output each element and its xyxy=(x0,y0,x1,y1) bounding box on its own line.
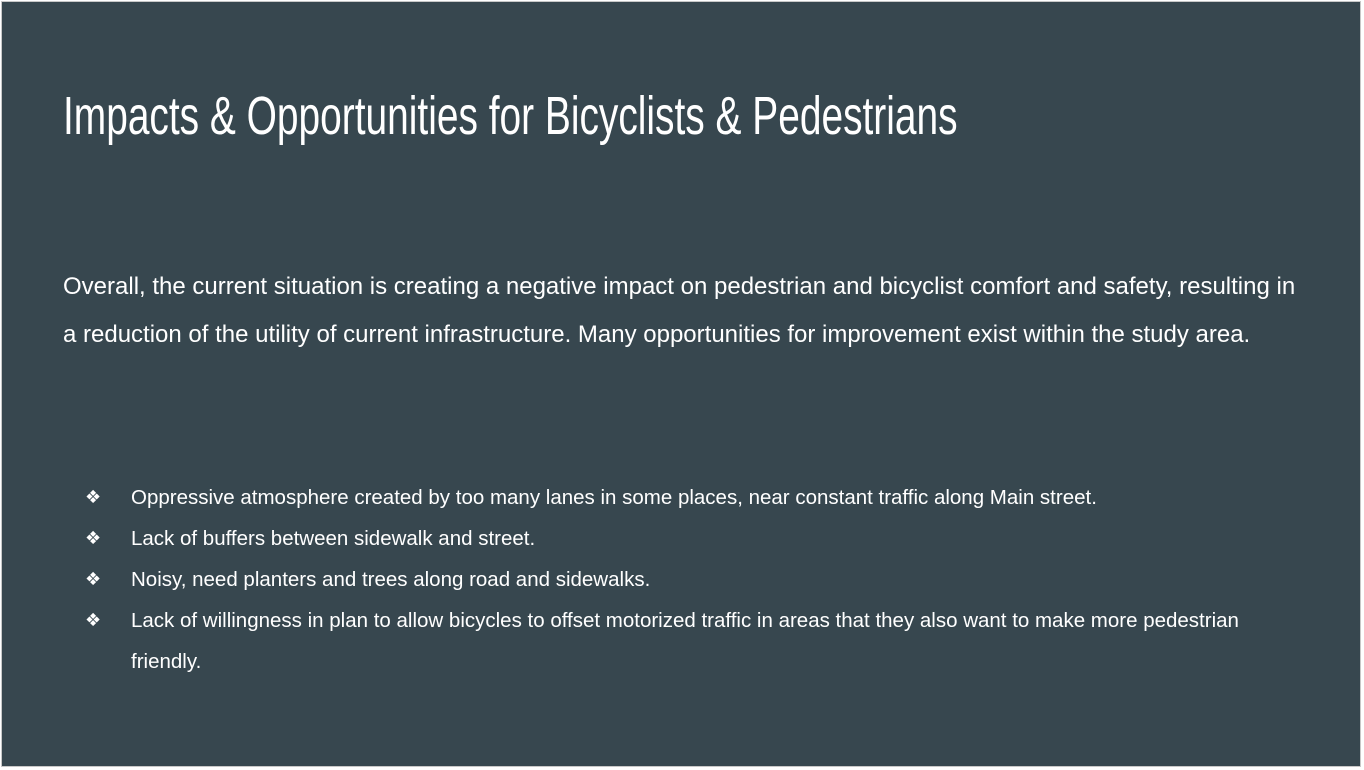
intro-paragraph: Overall, the current situation is creati… xyxy=(63,273,1296,348)
bullet-text: Oppressive atmosphere created by too man… xyxy=(131,486,1097,509)
diamond-bullet-icon: ❖ xyxy=(85,569,102,590)
slide: Impacts & Opportunities for Bicyclists &… xyxy=(1,1,1361,767)
bullet-item-2: ❖ Lack of buffers between sidewalk and s… xyxy=(63,518,1303,559)
slide-title: Impacts & Opportunities for Bicyclists &… xyxy=(63,86,958,146)
diamond-bullet-icon: ❖ xyxy=(85,487,102,508)
bullet-text: Noisy, need planters and trees along roa… xyxy=(131,568,651,591)
bullet-item-3: ❖ Noisy, need planters and trees along r… xyxy=(63,559,1303,600)
diamond-bullet-icon: ❖ xyxy=(85,528,102,549)
bullet-item-1: ❖ Oppressive atmosphere created by too m… xyxy=(63,477,1303,518)
bullet-text: Lack of willingness in plan to allow bic… xyxy=(131,609,1239,673)
bullet-item-4: ❖ Lack of willingness in plan to allow b… xyxy=(63,600,1303,682)
bullet-text: Lack of buffers between sidewalk and str… xyxy=(131,527,536,550)
diamond-bullet-icon: ❖ xyxy=(85,610,102,631)
bullet-list: ❖ Oppressive atmosphere created by too m… xyxy=(63,477,1303,682)
